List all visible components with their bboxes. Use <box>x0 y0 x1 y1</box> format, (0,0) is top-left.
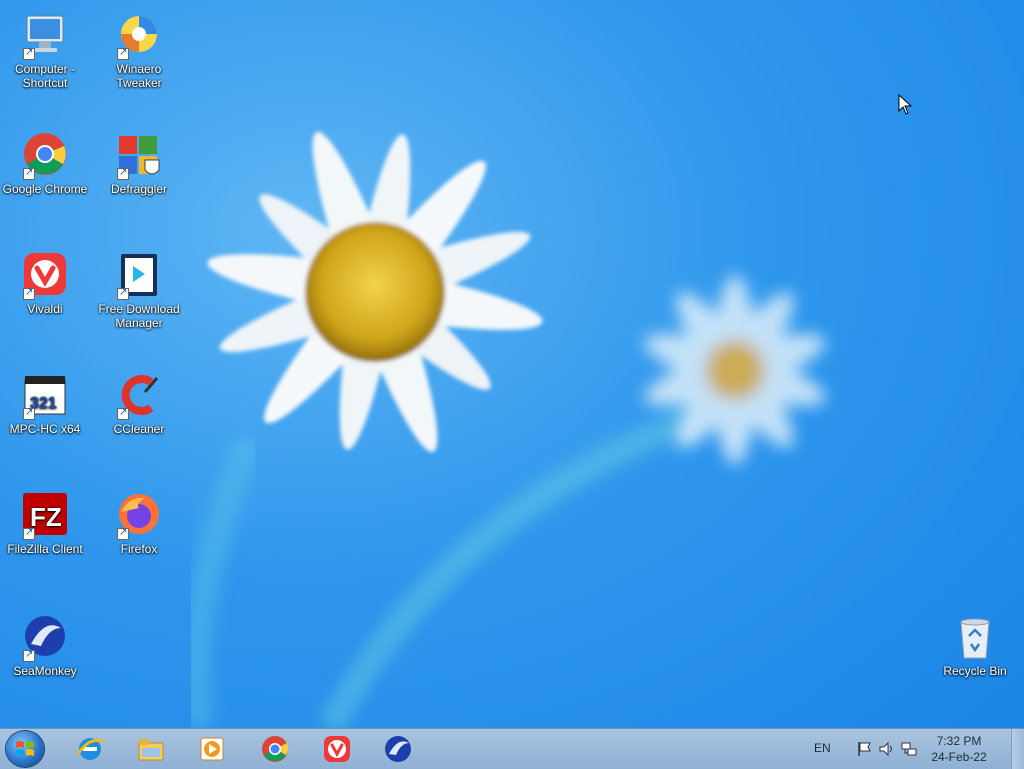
show-desktop-button[interactable] <box>1011 729 1024 769</box>
start-button[interactable] <box>6 731 44 767</box>
desktop-icon-defraggler[interactable]: Defraggler <box>94 132 184 196</box>
clock-date: 24-Feb-22 <box>931 750 987 764</box>
taskbar-vivaldi[interactable] <box>317 732 357 766</box>
winaero-icon <box>115 12 163 60</box>
chrome-icon <box>262 736 289 762</box>
desktop-icon-ccleaner[interactable]: CCleaner <box>94 372 184 436</box>
file-explorer-icon <box>138 739 164 761</box>
recycle-bin-icon <box>951 614 999 662</box>
vivaldi-icon <box>324 736 350 762</box>
desktop-icon-seamonkey[interactable]: SeaMonkey <box>0 614 90 678</box>
media-player-icon <box>200 737 224 761</box>
filezilla-icon: FZ <box>21 492 69 540</box>
desktop-icon-recycle-bin[interactable]: Recycle Bin <box>930 614 1020 678</box>
seamonkey-icon <box>21 614 69 662</box>
desktop-icon-winaero-tweaker[interactable]: Winaero Tweaker <box>94 12 184 90</box>
icon-label: CCleaner <box>113 422 165 436</box>
network-icon[interactable] <box>900 740 918 758</box>
computer-icon <box>21 12 69 60</box>
desktop-icon-vivaldi[interactable]: Vivaldi <box>0 252 90 316</box>
icon-label: Recycle Bin <box>943 664 1007 678</box>
language-indicator[interactable]: EN <box>814 741 831 755</box>
seamonkey-icon <box>385 736 411 762</box>
icon-label: Defraggler <box>110 182 168 196</box>
clock-time: 7:32 PM <box>936 734 982 748</box>
action-center-flag-icon[interactable] <box>856 740 874 758</box>
desktop-icon-google-chrome[interactable]: Google Chrome <box>0 132 90 196</box>
firefox-icon <box>115 492 163 540</box>
desktop[interactable]: Computer - Shortcut Winaero Tweaker Goog… <box>0 0 1024 728</box>
volume-icon[interactable] <box>878 740 896 758</box>
icon-label: SeaMonkey <box>13 664 77 678</box>
desktop-icon-filezilla[interactable]: FZ FileZilla Client <box>0 492 90 556</box>
icon-label: Winaero Tweaker <box>116 62 162 90</box>
defraggler-icon <box>115 132 163 180</box>
desktop-icon-computer-shortcut[interactable]: Computer - Shortcut <box>0 12 90 90</box>
icon-label: Computer - Shortcut <box>14 62 76 90</box>
mpc-icon: 321 <box>21 372 69 420</box>
icon-label: Vivaldi <box>27 302 63 316</box>
icon-label: Firefox <box>120 542 158 556</box>
system-tray: EN 7:32 PM 24-Feb-22 <box>794 729 1024 769</box>
desktop-icon-firefox[interactable]: Firefox <box>94 492 184 556</box>
taskbar-chrome[interactable] <box>255 732 295 766</box>
windows-logo-icon <box>16 741 34 756</box>
taskbar-seamonkey[interactable] <box>378 732 418 766</box>
taskbar: EN 7:32 PM 24-Feb-22 <box>0 728 1024 769</box>
internet-explorer-icon <box>76 738 104 760</box>
clock[interactable]: 7:32 PM 24-Feb-22 <box>924 733 994 765</box>
wallpaper-daisy <box>182 132 826 728</box>
fdm-icon <box>115 252 163 300</box>
icon-label: FileZilla Client <box>7 542 83 556</box>
ccleaner-icon <box>115 372 163 420</box>
icon-label: MPC-HC x64 <box>9 422 81 436</box>
taskbar-file-explorer[interactable] <box>131 732 171 766</box>
taskbar-internet-explorer[interactable] <box>70 732 110 766</box>
taskbar-media-player[interactable] <box>192 732 232 766</box>
mouse-cursor-icon <box>898 94 913 115</box>
chrome-icon <box>21 132 69 180</box>
vivaldi-icon <box>21 252 69 300</box>
desktop-icon-mpc-hc[interactable]: 321 MPC-HC x64 <box>0 372 90 436</box>
icon-label: Free Download Manager <box>98 302 180 330</box>
icon-label: Google Chrome <box>2 182 88 196</box>
desktop-icon-free-download-manager[interactable]: Free Download Manager <box>94 252 184 330</box>
